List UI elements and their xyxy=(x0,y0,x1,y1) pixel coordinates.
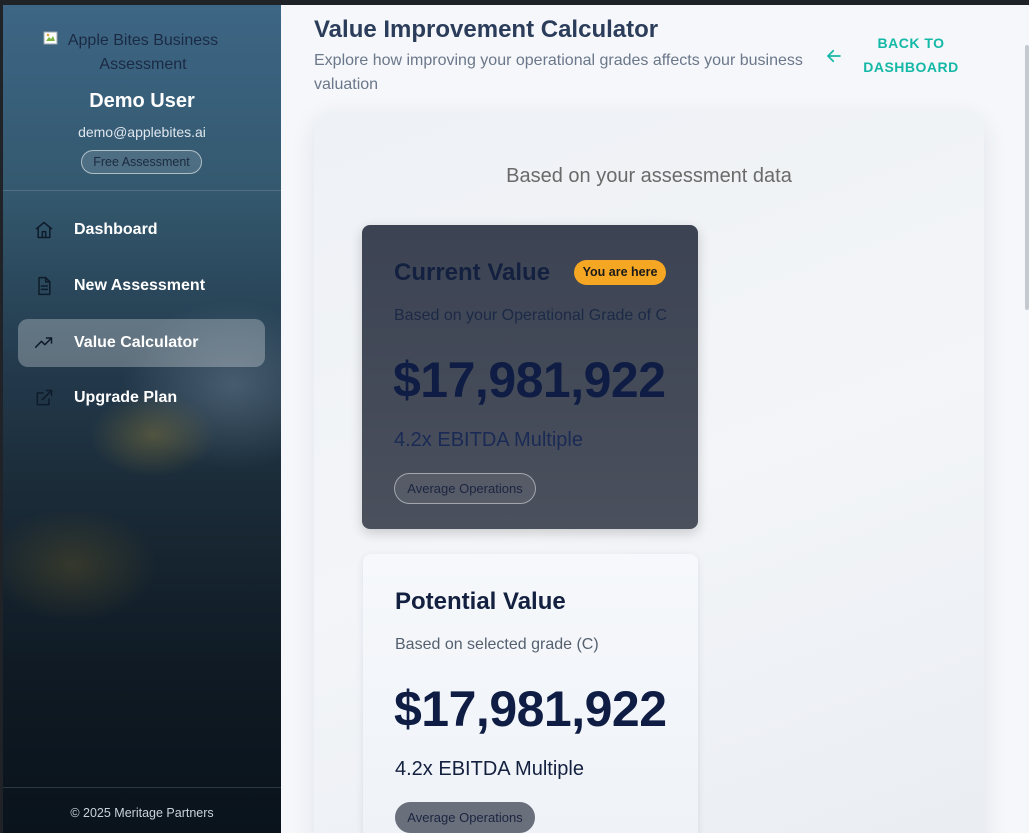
user-email: demo@applebites.ai xyxy=(78,124,206,140)
sidebar: Apple Bites Business Assessment Demo Use… xyxy=(3,5,281,833)
page-subtitle: Explore how improving your operational g… xyxy=(314,52,803,93)
document-icon xyxy=(38,276,51,296)
operations-badge: Average Operations xyxy=(394,473,536,504)
sidebar-footer: © 2025 Meritage Partners xyxy=(3,787,281,833)
sidebar-item-label: Dashboard xyxy=(74,221,158,238)
broken-image-icon xyxy=(43,31,58,45)
sidebar-item-label: New Assessment xyxy=(74,277,206,294)
home-icon xyxy=(35,221,53,239)
external-link-icon xyxy=(36,389,53,406)
you-are-here-badge: You are here xyxy=(574,260,666,285)
sidebar-item-label: Value Calculator xyxy=(74,334,199,351)
app-logo[interactable]: Apple Bites Business Assessment xyxy=(43,29,243,77)
main-content: Value Improvement Calculator Explore how… xyxy=(281,5,1029,833)
current-value-amount: $17,981,922 xyxy=(393,352,666,408)
window-left-edge xyxy=(0,0,3,833)
back-to-dashboard-button[interactable]: BACK TO DASHBOARD xyxy=(821,31,971,81)
window-top-bar xyxy=(0,0,1029,5)
operations-badge: Average Operations xyxy=(395,802,535,833)
copyright: © 2025 Meritage Partners xyxy=(70,806,214,820)
logo-alt-text: Apple Bites Business Assessment xyxy=(67,32,219,73)
ebitda-multiple: 4.2x EBITDA Multiple xyxy=(395,758,584,780)
arrow-left-icon xyxy=(827,49,841,63)
sidebar-item-new-assessment[interactable]: New Assessment xyxy=(18,262,265,310)
back-button-label: BACK TO DASHBOARD xyxy=(863,35,959,75)
potential-value-card: Potential Value Based on selected grade … xyxy=(363,554,698,833)
page-title: Value Improvement Calculator xyxy=(314,16,659,43)
sidebar-header: Apple Bites Business Assessment Demo Use… xyxy=(3,5,281,191)
current-value-card: Current Value You are here Based on your… xyxy=(362,225,698,529)
card-title: Potential Value xyxy=(395,588,566,615)
plan-badge: Free Assessment xyxy=(81,150,202,174)
sidebar-item-value-calculator[interactable]: Value Calculator xyxy=(18,319,265,367)
trending-up-icon xyxy=(34,337,53,348)
card-title: Current Value xyxy=(394,259,551,286)
calculator-panel: Based on your assessment data Current Va… xyxy=(314,113,984,833)
calculator-caption: Based on your assessment data xyxy=(506,165,792,187)
card-subtitle: Based on selected grade (C) xyxy=(395,636,599,653)
potential-value-amount: $17,981,922 xyxy=(394,681,667,737)
ebitda-multiple: 4.2x EBITDA Multiple xyxy=(394,429,583,451)
sidebar-item-upgrade-plan[interactable]: Upgrade Plan xyxy=(18,374,265,422)
user-name: Demo User xyxy=(89,90,195,112)
sidebar-item-label: Upgrade Plan xyxy=(74,389,178,406)
sidebar-item-dashboard[interactable]: Dashboard xyxy=(18,206,265,254)
card-subtitle: Based on your Operational Grade of C xyxy=(394,307,668,324)
scrollbar[interactable] xyxy=(1025,45,1029,310)
